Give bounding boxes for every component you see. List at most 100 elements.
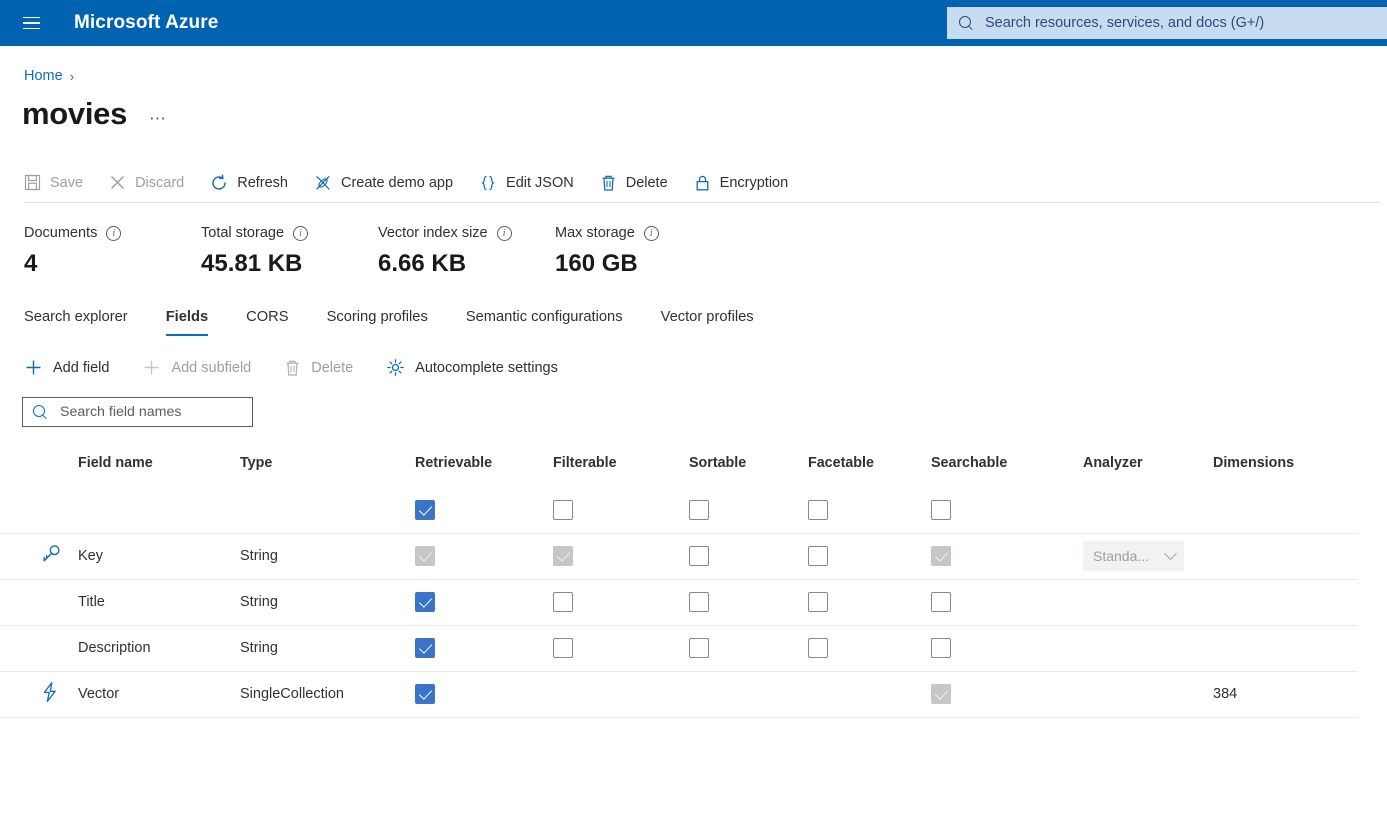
global-header: Microsoft Azure Search resources, servic… (0, 0, 1387, 46)
stat-documents-value: 4 (24, 250, 38, 277)
retrievable-checkbox[interactable] (415, 684, 435, 704)
trash-icon (286, 360, 299, 376)
tab-semantic-configurations[interactable]: Semantic configurations (466, 309, 623, 336)
stat-total-storage: Total storage i 45.81 KB (201, 225, 378, 278)
field-type-cell: String (240, 594, 278, 610)
search-field-names-placeholder: Search field names (60, 404, 182, 420)
save-button[interactable]: Save (24, 165, 97, 201)
encryption-button[interactable]: Encryption (694, 165, 803, 201)
edit-json-button[interactable]: Edit JSON (479, 165, 588, 201)
selectall-filterable-checkbox[interactable] (553, 499, 573, 520)
stat-total-storage-value: 45.81 KB (201, 250, 303, 277)
plus-icon (144, 360, 159, 375)
col-facetable: Facetable (808, 455, 874, 471)
azure-brand-logo[interactable]: Microsoft Azure (74, 12, 218, 34)
field-type-cell: SingleCollection (240, 686, 344, 702)
retrievable-checkbox[interactable] (415, 638, 435, 658)
create-demo-app-button[interactable]: Create demo app (314, 165, 467, 201)
selectall-searchable-checkbox[interactable] (931, 499, 951, 520)
col-retrievable: Retrievable (415, 455, 493, 471)
table-selectall-row (0, 487, 1358, 533)
key-icon (43, 545, 60, 562)
tab-search-explorer[interactable]: Search explorer (24, 309, 128, 336)
delete-field-button[interactable]: Delete (284, 359, 353, 377)
hamburger-icon[interactable] (14, 6, 48, 40)
edit-json-label: Edit JSON (506, 174, 574, 191)
discard-button[interactable]: Discard (109, 165, 198, 201)
table-bottom-divider (0, 717, 1358, 718)
col-dimensions: Dimensions (1213, 455, 1295, 471)
facetable-checkbox[interactable] (808, 638, 828, 658)
search-field-names-input[interactable]: Search field names (22, 397, 253, 427)
index-stats: Documents i 4 Total storage i 45.81 KB V… (24, 225, 1387, 278)
field-type-cell: String (240, 640, 278, 656)
col-filterable: Filterable (553, 455, 617, 471)
selectall-sortable-checkbox[interactable] (689, 499, 709, 520)
autocomplete-settings-label: Autocomplete settings (415, 359, 558, 376)
stat-vector-index-size: Vector index size i 6.66 KB (378, 225, 555, 278)
autocomplete-settings-button[interactable]: Autocomplete settings (386, 358, 558, 377)
filterable-checkbox (553, 546, 573, 566)
field-name-cell: Title (78, 594, 105, 610)
searchable-checkbox[interactable] (931, 638, 951, 658)
filterable-checkbox[interactable] (553, 592, 573, 612)
page-title: movies (22, 96, 128, 131)
lock-icon (696, 175, 709, 190)
breadcrumb-separator-icon: › (69, 68, 75, 84)
table-row[interactable]: Vector SingleCollection 384 (0, 671, 1358, 717)
add-subfield-label: Add subfield (171, 359, 252, 376)
breadcrumb-item-home[interactable]: Home (24, 68, 63, 84)
refresh-button[interactable]: Refresh (210, 165, 302, 201)
tab-cors[interactable]: CORS (246, 309, 288, 336)
add-subfield-button[interactable]: Add subfield (142, 358, 251, 377)
sortable-checkbox[interactable] (689, 592, 709, 612)
col-analyzer: Analyzer (1083, 455, 1143, 471)
searchable-checkbox (931, 684, 951, 704)
field-name-cell: Key (78, 548, 103, 564)
stat-max-storage-value: 160 GB (555, 250, 638, 277)
braces-icon (481, 175, 496, 190)
delete-field-label: Delete (311, 359, 354, 376)
selectall-facetable-checkbox[interactable] (808, 499, 828, 520)
selectall-retrievable-checkbox[interactable] (415, 499, 435, 520)
global-search-input[interactable]: Search resources, services, and docs (G+… (947, 7, 1387, 39)
save-icon (24, 174, 41, 191)
chevron-down-icon (1164, 546, 1177, 560)
more-options-button[interactable]: ⋯ (149, 110, 168, 131)
info-icon[interactable]: i (496, 226, 512, 241)
retrievable-checkbox[interactable] (415, 592, 435, 612)
index-tabs: Search explorer Fields CORS Scoring prof… (24, 302, 1387, 336)
facetable-checkbox[interactable] (808, 592, 828, 612)
info-icon[interactable]: i (106, 226, 122, 241)
info-icon[interactable]: i (293, 226, 309, 241)
col-field-name: Field name (78, 455, 153, 471)
fields-table: Field name Type Retrievable Filterable S… (0, 455, 1358, 718)
field-type-cell: String (240, 548, 278, 564)
analyzer-dropdown[interactable]: Standa... (1083, 541, 1184, 571)
table-row[interactable]: Description String (0, 625, 1358, 671)
table-row[interactable]: Key String Standa... (0, 533, 1358, 579)
create-demo-app-label: Create demo app (341, 174, 454, 191)
filterable-checkbox[interactable] (553, 638, 573, 658)
stat-max-storage-label: Max storage (555, 225, 635, 241)
field-name-cell: Description (78, 640, 151, 656)
search-icon (33, 404, 48, 420)
delete-label: Delete (625, 174, 668, 191)
sortable-checkbox[interactable] (689, 638, 709, 658)
searchable-checkbox[interactable] (931, 592, 951, 612)
lightning-icon (43, 681, 56, 703)
tab-vector-profiles[interactable]: Vector profiles (661, 309, 754, 336)
info-icon[interactable]: i (643, 226, 659, 241)
sortable-checkbox[interactable] (689, 546, 709, 566)
analyzer-dropdown-value: Standa... (1093, 548, 1150, 564)
add-field-label: Add field (53, 359, 110, 376)
add-field-button[interactable]: Add field (24, 358, 109, 377)
searchable-checkbox (931, 546, 951, 566)
delete-index-button[interactable]: Delete (600, 165, 682, 201)
tab-scoring-profiles[interactable]: Scoring profiles (327, 309, 428, 336)
stat-vector-index-size-label: Vector index size (378, 225, 488, 241)
facetable-checkbox[interactable] (808, 546, 828, 566)
trash-icon (602, 175, 615, 191)
tab-fields[interactable]: Fields (165, 309, 209, 336)
table-row[interactable]: Title String (0, 579, 1358, 625)
